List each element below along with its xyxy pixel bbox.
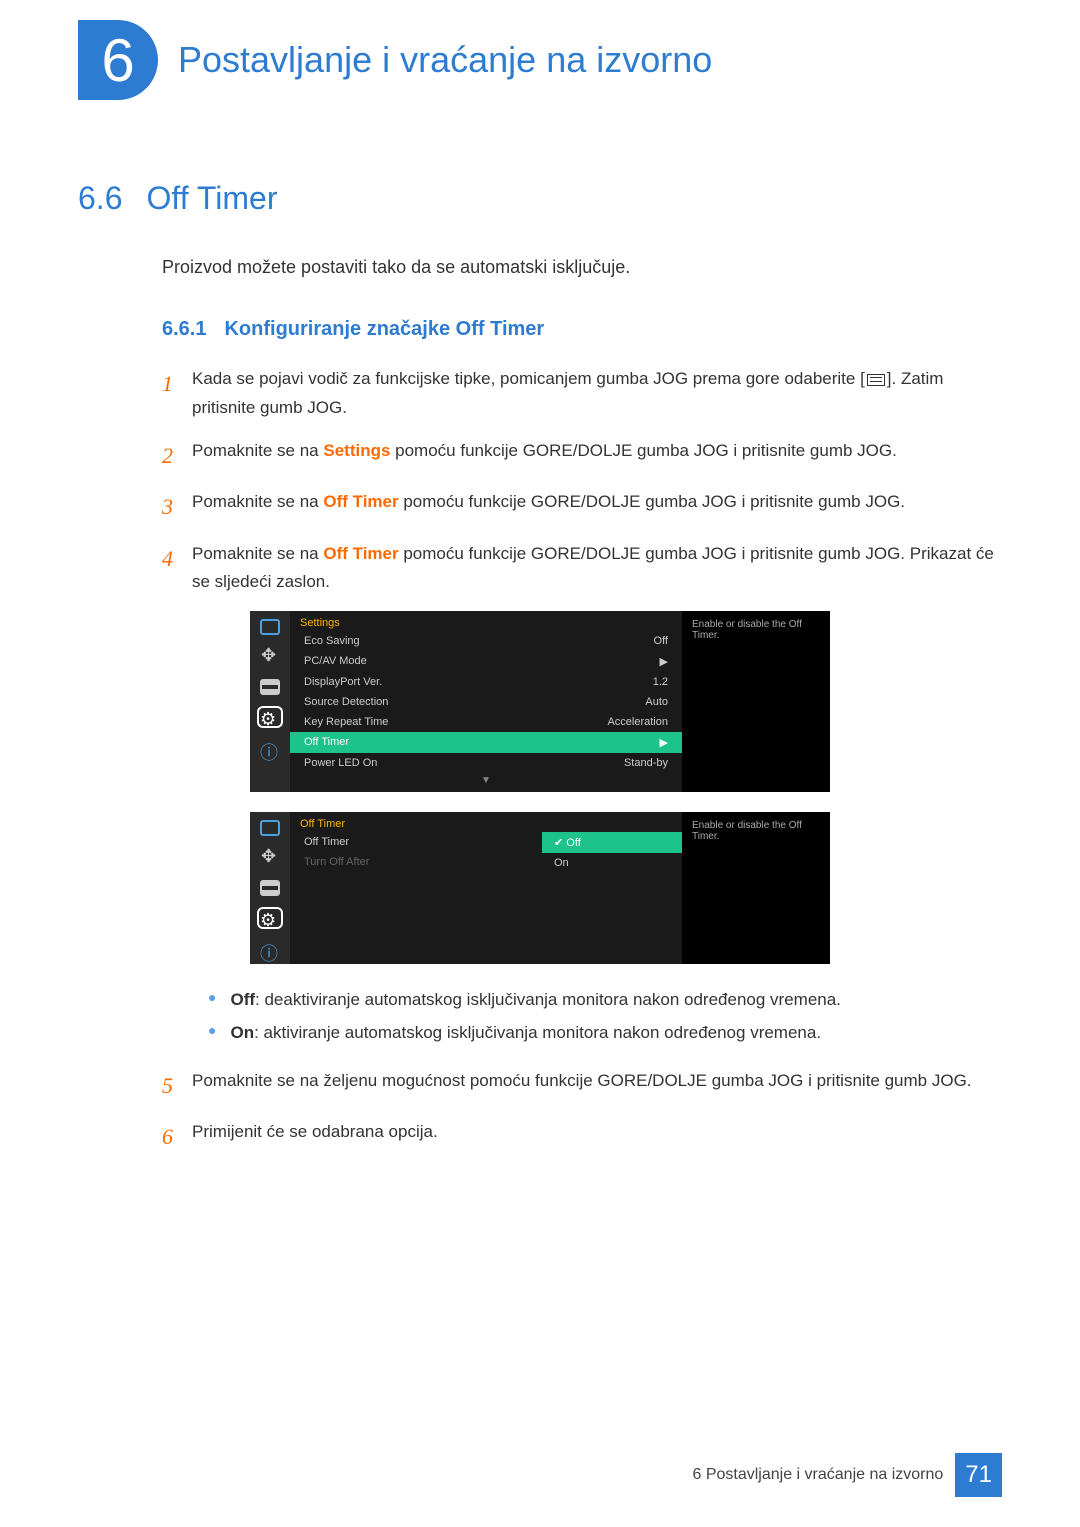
osd-row-power-led: Power LED On Stand-by: [290, 753, 682, 773]
gear-icon: [260, 910, 280, 926]
osd-sidebar: [250, 611, 290, 792]
osd-row-label: Power LED On: [304, 757, 377, 769]
osd-panel-off-timer: Off Timer Off Timer Turn Off After Off O…: [250, 812, 830, 964]
osd-row-pcav: PC/AV Mode ▶: [290, 651, 682, 672]
osd-row-value: Off: [654, 635, 668, 647]
step-6: 6 Primijenit će se odabrana opcija.: [162, 1118, 1002, 1155]
step-text: Pomaknite se na Off Timer pomoću funkcij…: [192, 540, 1002, 598]
osd-panel-settings: Settings Eco Saving Off PC/AV Mode ▶ Displ…: [250, 611, 830, 792]
osd-row-turn-off-after: Turn Off After: [290, 852, 542, 872]
step-number: 6: [162, 1118, 192, 1155]
page-number: 71: [955, 1453, 1002, 1497]
bullet-text: : aktiviranje automatskog isključivanja …: [254, 1023, 821, 1042]
step-2: 2 Pomaknite se na Settings pomoću funkci…: [162, 437, 1002, 474]
monitor-icon: [260, 820, 280, 836]
step-5: 5 Pomaknite se na željenu mogućnost pomo…: [162, 1067, 1002, 1104]
osd-row-value: Auto: [645, 696, 668, 708]
osd-row-value: ▶: [660, 736, 668, 749]
subsection-number: 6.6.1: [162, 318, 206, 340]
bullet-off: ● Off: deaktiviranje automatskog isključ…: [208, 984, 1002, 1016]
list-icon: [260, 679, 280, 695]
osd-title: Off Timer: [290, 812, 542, 832]
step-number: 1: [162, 365, 192, 423]
settings-label: Settings: [323, 441, 390, 460]
subsection-title: Konfiguriranje značajke Off Timer: [224, 318, 544, 340]
osd-option-off: Off: [542, 832, 682, 853]
step-number: 5: [162, 1067, 192, 1104]
step-text: Pomaknite se na Settings pomoću funkcije…: [192, 437, 1002, 474]
osd-sidebar: [250, 812, 290, 964]
osd-row-off-timer: Off Timer: [290, 832, 542, 852]
step-number: 4: [162, 540, 192, 598]
step-text: Kada se pojavi vodič za funkcijske tipke…: [192, 365, 1002, 423]
osd-row-label: PC/AV Mode: [304, 655, 367, 668]
step-text-part: pomoću funkcije GORE/DOLJE gumba JOG i p…: [390, 441, 896, 460]
step-1: 1 Kada se pojavi vodič za funkcijske tip…: [162, 365, 1002, 423]
step-text: Pomaknite se na Off Timer pomoću funkcij…: [192, 488, 1002, 525]
arrows-icon: [260, 850, 280, 866]
osd-row-label: Source Detection: [304, 696, 388, 708]
arrows-icon: [260, 649, 280, 665]
osd-title: Settings: [290, 611, 682, 631]
info-icon: [260, 940, 280, 956]
section-title: Off Timer: [146, 180, 277, 216]
bullet-text: : deaktiviranje automatskog isključivanj…: [255, 990, 841, 1009]
menu-icon: [867, 374, 885, 386]
bullet-label: Off: [230, 990, 255, 1009]
bullet-on: ● On: aktiviranje automatskog isključiva…: [208, 1017, 1002, 1049]
osd-hint: Enable or disable the Off Timer.: [682, 611, 830, 792]
osd-row-value: 1.2: [653, 676, 668, 688]
footer: 6 Postavljanje i vraćanje na izvorno 71: [692, 1453, 1002, 1497]
step-text: Primijenit će se odabrana opcija.: [192, 1118, 1002, 1155]
osd-option-on: On: [542, 853, 682, 873]
section-heading: 6.6 Off Timer: [78, 180, 1002, 217]
step-text-part: Pomaknite se na: [192, 441, 323, 460]
step-number: 3: [162, 488, 192, 525]
osd-row-value: Acceleration: [607, 716, 668, 728]
list-icon: [260, 880, 280, 896]
osd-hint: Enable or disable the Off Timer.: [682, 812, 830, 964]
osd-row-label: DisplayPort Ver.: [304, 676, 382, 688]
osd-row-label: Turn Off After: [304, 856, 369, 868]
section-number: 6.6: [78, 180, 122, 216]
step-text-part: Kada se pojavi vodič za funkcijske tipke…: [192, 369, 865, 388]
osd-row-value: ▶: [660, 655, 668, 668]
chapter-title: Postavljanje i vraćanje na izvorno: [178, 39, 712, 81]
step-3: 3 Pomaknite se na Off Timer pomoću funkc…: [162, 488, 1002, 525]
bullet-dot-icon: ●: [208, 1017, 216, 1049]
subsection-heading: 6.6.1 Konfiguriranje značajke Off Timer: [162, 318, 1002, 341]
info-icon: [260, 739, 280, 755]
osd-row-eco-saving: Eco Saving Off: [290, 631, 682, 651]
osd-menu: Settings Eco Saving Off PC/AV Mode ▶ Displ…: [290, 611, 682, 792]
osd-row-label: Off Timer: [304, 836, 349, 848]
osd-row-key-repeat: Key Repeat Time Acceleration: [290, 712, 682, 732]
step-text-part: pomoću funkcije GORE/DOLJE gumba JOG i p…: [399, 492, 905, 511]
osd-row-label: Key Repeat Time: [304, 716, 388, 728]
osd-row-label: Eco Saving: [304, 635, 360, 647]
chapter-header: 6 Postavljanje i vraćanje na izvorno: [78, 20, 712, 100]
step-text-part: Pomaknite se na: [192, 544, 323, 563]
osd-row-displayport: DisplayPort Ver. 1.2: [290, 672, 682, 692]
osd-options: Off On: [542, 812, 682, 964]
step-text: Pomaknite se na željenu mogućnost pomoću…: [192, 1067, 1002, 1104]
bullet-label: On: [230, 1023, 254, 1042]
bullet-dot-icon: ●: [208, 984, 216, 1016]
osd-row-value: Stand-by: [624, 757, 668, 769]
monitor-icon: [260, 619, 280, 635]
footer-chapter-label: 6 Postavljanje i vraćanje na izvorno: [692, 1466, 943, 1484]
osd-row-source-detection: Source Detection Auto: [290, 692, 682, 712]
osd-row-label: Off Timer: [304, 736, 349, 749]
osd-row-off-timer: Off Timer ▶: [290, 732, 682, 753]
intro-text: Proizvod možete postaviti tako da se aut…: [162, 257, 1002, 278]
off-timer-label: Off Timer: [323, 544, 398, 563]
step-number: 2: [162, 437, 192, 474]
chapter-number-badge: 6: [78, 20, 158, 100]
gear-icon: [260, 709, 280, 725]
chevron-down-icon: ▼: [290, 773, 682, 792]
off-timer-label: Off Timer: [323, 492, 398, 511]
step-4: 4 Pomaknite se na Off Timer pomoću funkc…: [162, 540, 1002, 598]
step-text-part: Pomaknite se na: [192, 492, 323, 511]
